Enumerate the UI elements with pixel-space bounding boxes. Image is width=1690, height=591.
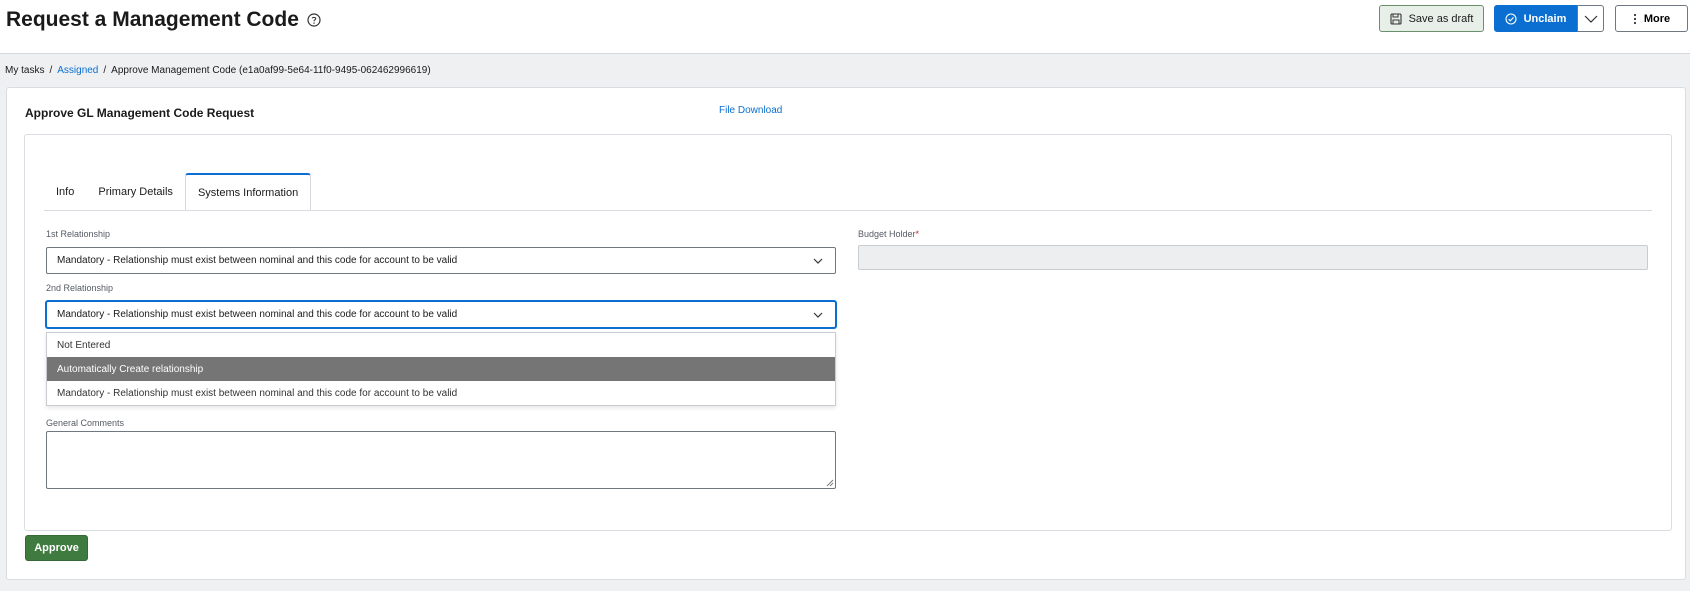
- tab-info[interactable]: Info: [44, 173, 86, 211]
- kebab-menu-icon: [1633, 13, 1636, 24]
- tab-primary-details[interactable]: Primary Details: [86, 173, 185, 211]
- help-icon[interactable]: [307, 13, 321, 27]
- budget-holder-label-text: Budget Holder: [858, 229, 916, 239]
- tab-divider: [44, 210, 1652, 211]
- breadcrumb: My tasks / Assigned / Approve Management…: [5, 65, 431, 76]
- save-icon: [1390, 12, 1402, 25]
- check-circle-icon: [1505, 12, 1517, 25]
- second-relationship-dropdown: Not Entered Automatically Create relatio…: [46, 332, 836, 406]
- more-label: More: [1643, 12, 1671, 25]
- save-as-draft-label: Save as draft: [1408, 12, 1474, 25]
- first-relationship-label: 1st Relationship: [46, 229, 111, 239]
- required-mark: *: [915, 229, 920, 239]
- option-mandatory[interactable]: Mandatory - Relationship must exist betw…: [47, 381, 835, 405]
- breadcrumb-separator: /: [49, 65, 53, 76]
- second-relationship-value: Mandatory - Relationship must exist betw…: [57, 309, 458, 320]
- chevron-down-icon: [813, 258, 823, 264]
- tab-systems-information[interactable]: Systems Information: [184, 173, 312, 211]
- first-relationship-value: Mandatory - Relationship must exist betw…: [57, 255, 458, 266]
- tab-bar: Info Primary Details Systems Information: [44, 173, 312, 211]
- chevron-down-icon: [1584, 15, 1597, 23]
- budget-holder-label: Budget Holder*: [858, 229, 919, 239]
- breadcrumb-current: Approve Management Code (e1a0af99-5e64-1…: [111, 65, 431, 76]
- general-comments-label: General Comments: [46, 418, 125, 428]
- page-title: Request a Management Code: [6, 8, 321, 32]
- page-title-text: Request a Management Code: [6, 8, 299, 31]
- breadcrumb-separator: /: [103, 65, 107, 76]
- chevron-down-icon: [813, 312, 823, 318]
- approve-button[interactable]: Approve: [25, 535, 88, 561]
- option-automatically-create[interactable]: Automatically Create relationship: [47, 357, 835, 381]
- resize-handle-icon[interactable]: [826, 479, 834, 487]
- general-comments-textarea[interactable]: [46, 431, 836, 489]
- form-title: Approve GL Management Code Request: [25, 106, 255, 120]
- save-as-draft-button[interactable]: Save as draft: [1379, 5, 1484, 32]
- unclaim-options-button[interactable]: [1577, 5, 1604, 32]
- more-button[interactable]: More: [1615, 5, 1688, 32]
- file-download-link[interactable]: File Download: [719, 105, 782, 116]
- unclaim-button[interactable]: Unclaim: [1494, 5, 1577, 32]
- first-relationship-select[interactable]: Mandatory - Relationship must exist betw…: [46, 247, 836, 274]
- unclaim-label: Unclaim: [1523, 12, 1567, 25]
- budget-holder-input[interactable]: [858, 245, 1648, 270]
- breadcrumb-assigned[interactable]: Assigned: [57, 65, 98, 76]
- second-relationship-select[interactable]: Mandatory - Relationship must exist betw…: [46, 301, 836, 328]
- second-relationship-label: 2nd Relationship: [46, 283, 114, 293]
- breadcrumb-my-tasks[interactable]: My tasks: [5, 65, 44, 76]
- option-not-entered[interactable]: Not Entered: [47, 333, 835, 357]
